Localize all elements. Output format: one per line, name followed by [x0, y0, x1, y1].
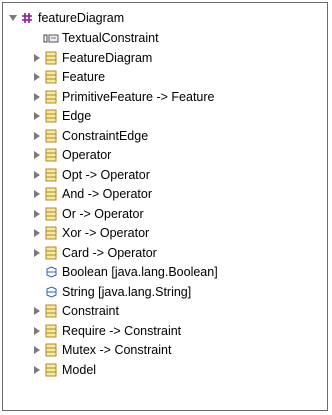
expand-toggle-icon[interactable] [31, 91, 43, 103]
tree-item-label: FeatureDiagram [62, 50, 153, 65]
twistie-spacer [31, 286, 43, 298]
tree-item-label: Boolean [java.lang.Boolean] [62, 265, 218, 279]
eclass-icon [43, 89, 59, 105]
eclass-icon [43, 323, 59, 339]
expand-toggle-icon[interactable] [31, 71, 43, 83]
tree-item[interactable]: Mutex -> Constraint [31, 340, 171, 360]
eclass-icon [43, 245, 59, 261]
expand-toggle-icon[interactable] [31, 247, 43, 259]
datatype-icon [43, 264, 59, 280]
eclass-icon [43, 186, 59, 202]
tree-item-label: Constraint [62, 304, 119, 318]
tree-item[interactable]: ConstraintEdge [31, 126, 148, 146]
tree-item[interactable]: String [java.lang.String] [31, 282, 191, 302]
tree-item-label: TextualConstraint [62, 31, 159, 45]
expand-toggle-icon[interactable] [31, 364, 43, 376]
package-icon [19, 10, 35, 26]
tree-item-label: Require -> Constraint [62, 323, 182, 338]
tree-item[interactable]: Require -> Constraint [31, 321, 181, 341]
tree-item[interactable]: PrimitiveFeature -> Feature [31, 87, 214, 107]
tree-item-label: featureDiagram [38, 11, 125, 25]
datatype-icon [43, 284, 59, 300]
expand-toggle-icon[interactable] [7, 12, 19, 24]
tree-item-label: Model [62, 362, 97, 377]
tree-item-label: Opt -> Operator [62, 167, 150, 182]
eclass-icon [43, 342, 59, 358]
tree-item[interactable]: Constraint [31, 301, 119, 321]
tree-item[interactable]: Feature [31, 67, 105, 87]
tree-item-label: PrimitiveFeature -> Feature [62, 89, 215, 104]
tree-item-label: Xor -> Operator [62, 226, 150, 240]
tree-item[interactable]: FeatureDiagram [31, 48, 152, 68]
eclass-icon [43, 108, 59, 124]
tree-item-label: String [java.lang.String] [62, 284, 192, 299]
expand-toggle-icon[interactable] [31, 188, 43, 200]
tree-item-label: Operator [62, 148, 112, 162]
eclass-icon [43, 69, 59, 85]
tree-item[interactable]: TextualConstraint [31, 28, 159, 48]
tree-item[interactable]: Operator [31, 145, 111, 165]
tree-item[interactable]: Opt -> Operator [31, 165, 150, 185]
tree-item[interactable]: Model [31, 360, 96, 380]
tree-root-package[interactable]: featureDiagram [7, 8, 124, 28]
eclass-icon [43, 167, 59, 183]
expand-toggle-icon[interactable] [31, 305, 43, 317]
tree-item-label: Feature [62, 70, 106, 84]
tree-item-label: Mutex -> Constraint [62, 343, 172, 357]
tree-item[interactable]: Card -> Operator [31, 243, 157, 263]
expand-toggle-icon[interactable] [31, 130, 43, 142]
tree-item-label: Card -> Operator [62, 245, 157, 260]
expand-toggle-icon[interactable] [31, 169, 43, 181]
tree-item-label: ConstraintEdge [62, 128, 149, 143]
twistie-spacer [31, 266, 43, 278]
eclass-icon [43, 128, 59, 144]
eclass-icon [43, 225, 59, 241]
expand-toggle-icon[interactable] [31, 149, 43, 161]
expand-toggle-icon[interactable] [31, 52, 43, 64]
eclass-icon [43, 303, 59, 319]
tree-item-label: Edge [62, 109, 92, 123]
tree-item[interactable]: Or -> Operator [31, 204, 144, 224]
ecore-tree-view: featureDiagram TextualConstraint Feature… [2, 2, 328, 411]
eclass-icon [43, 50, 59, 66]
expand-toggle-icon[interactable] [31, 208, 43, 220]
expand-toggle-icon[interactable] [31, 344, 43, 356]
eclass-icon [43, 362, 59, 378]
expand-toggle-icon[interactable] [31, 110, 43, 122]
expand-toggle-icon[interactable] [31, 325, 43, 337]
tree-item[interactable]: Xor -> Operator [31, 223, 149, 243]
expand-toggle-icon[interactable] [31, 227, 43, 239]
annotation-icon [43, 30, 59, 46]
tree-item-label: And -> Operator [62, 187, 152, 201]
twistie-spacer [31, 32, 43, 44]
tree-item[interactable]: Boolean [java.lang.Boolean] [31, 262, 218, 282]
tree-item-label: Or -> Operator [62, 206, 144, 221]
eclass-icon [43, 206, 59, 222]
tree-item[interactable]: Edge [31, 106, 91, 126]
tree-item[interactable]: And -> Operator [31, 184, 152, 204]
eclass-icon [43, 147, 59, 163]
